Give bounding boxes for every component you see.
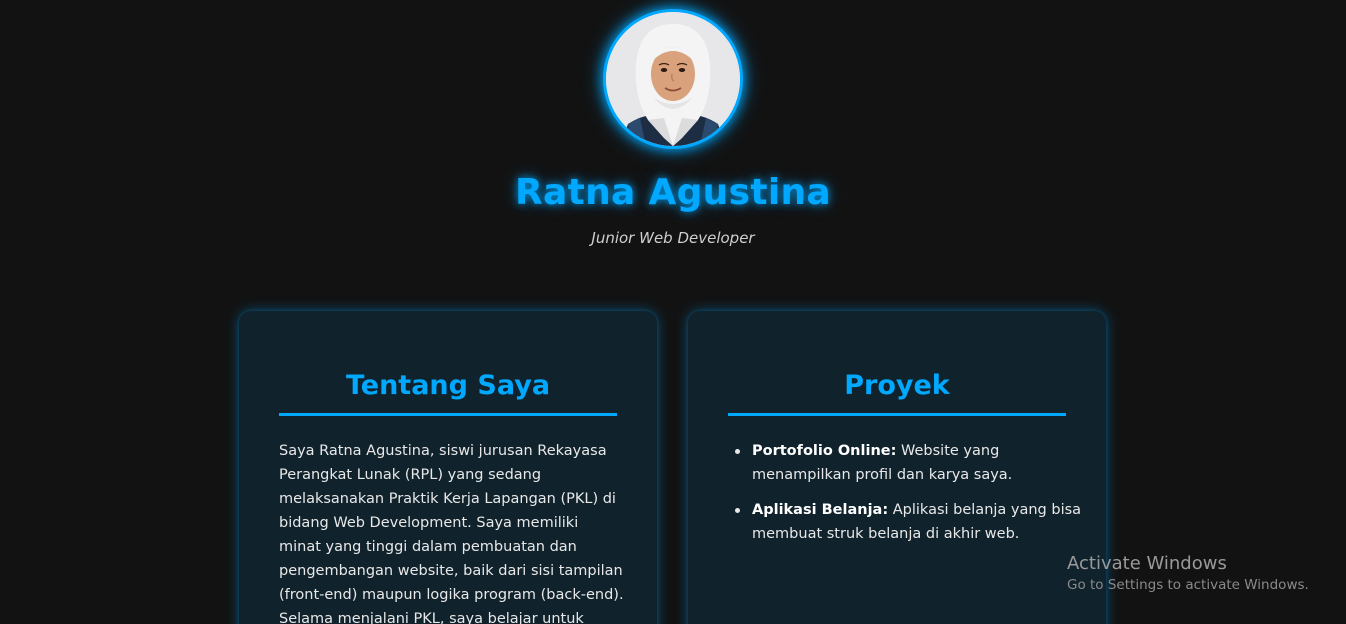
activate-windows-watermark: Activate Windows Go to Settings to activ… <box>1067 553 1309 595</box>
profile-name: Ratna Agustina <box>514 172 832 213</box>
project-item: Aplikasi Belanja: Aplikasi belanja yang … <box>735 498 1097 546</box>
watermark-subtitle: Go to Settings to activate Windows. <box>1067 577 1309 593</box>
projects-title: Proyek <box>844 370 950 401</box>
about-title-underline <box>279 413 617 416</box>
about-text: Saya Ratna Agustina, siswi jurusan Rekay… <box>279 443 624 624</box>
watermark-title: Activate Windows <box>1067 553 1227 574</box>
project-item: Portofolio Online: Website yang menampil… <box>735 439 1097 487</box>
project-item-name: Portofolio Online: <box>752 443 897 459</box>
projects-title-underline <box>728 413 1066 416</box>
portfolio-page: Ratna Agustina Junior Web Developer Tent… <box>0 0 1346 624</box>
projects-card: Proyek Portofolio Online: Website yang m… <box>688 311 1106 624</box>
about-title: Tentang Saya <box>345 370 551 401</box>
profile-avatar <box>603 9 743 149</box>
profile-photo-image <box>606 12 740 146</box>
profile-role: Junior Web Developer <box>591 229 755 247</box>
project-item-name: Aplikasi Belanja: <box>752 502 889 518</box>
project-list: Portofolio Online: Website yang menampil… <box>728 439 1097 557</box>
about-card: Tentang Saya Saya Ratna Agustina, siswi … <box>239 311 657 624</box>
